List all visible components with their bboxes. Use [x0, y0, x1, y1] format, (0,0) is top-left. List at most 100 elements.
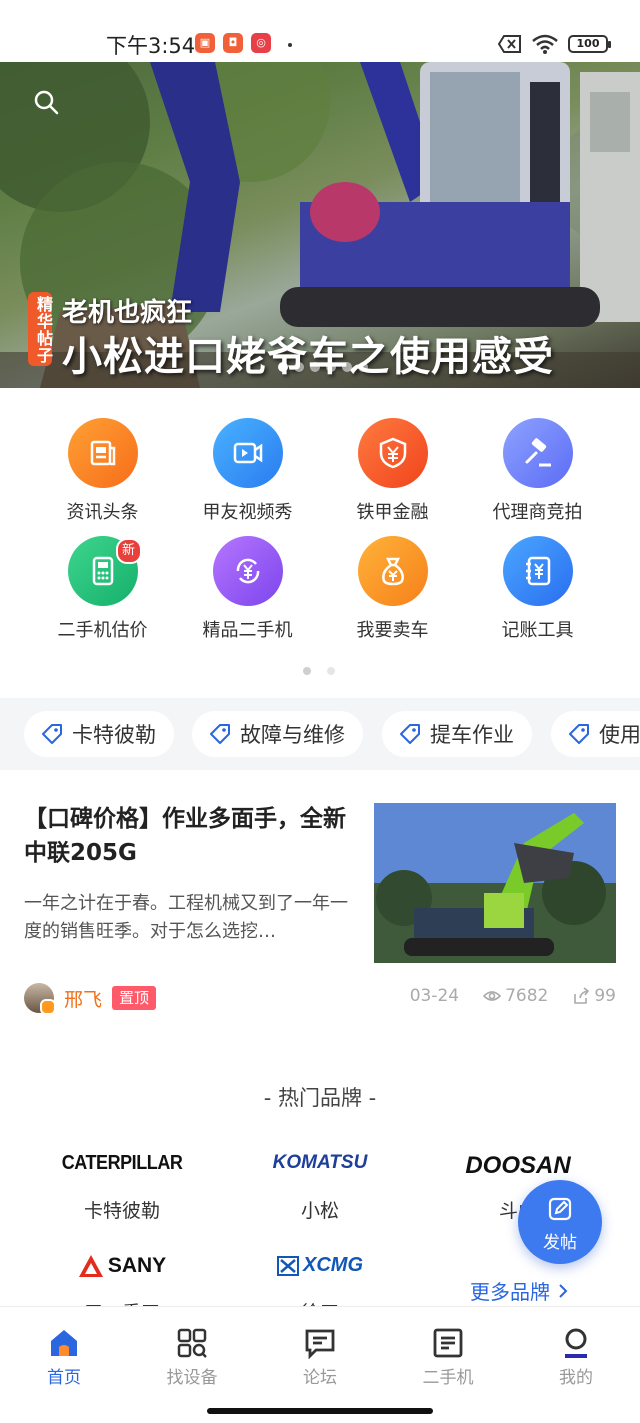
article-card[interactable]: 【口碑价格】作业多面手，全新中联205G 一年之计在于春。工程机械又到了一年一度…: [0, 770, 640, 1040]
share-icon: [574, 987, 590, 1004]
nav-used-machines[interactable]: 二手机: [384, 1327, 512, 1388]
nav-forum[interactable]: 论坛: [256, 1327, 384, 1388]
xcmg-logo: XCMG: [303, 1254, 363, 1276]
nav-home[interactable]: 首页: [0, 1327, 128, 1388]
banner-dot[interactable]: [358, 362, 368, 372]
banner-dot[interactable]: [310, 362, 320, 372]
article-title: 【口碑价格】作业多面手，全新中联205G: [24, 806, 346, 866]
brands-section-title: - 热门品牌 -: [263, 1086, 377, 1110]
more-brands-label: 更多品牌: [470, 1280, 550, 1304]
grid-label: 记账工具: [501, 620, 574, 641]
home-icon: [51, 1330, 77, 1356]
wifi-icon: [532, 34, 558, 54]
nav-label: 论坛: [303, 1368, 337, 1388]
doosan-logo: DOOSAN: [465, 1152, 571, 1179]
grid-item-premium-used[interactable]: 精品二手机: [175, 536, 320, 642]
post-fab-button[interactable]: 发帖: [518, 1180, 602, 1264]
grid-pagination: [303, 667, 335, 675]
banner-title: 小松进口姥爷车之使用感受: [62, 334, 554, 380]
article-author[interactable]: 邢飞 置顶: [24, 982, 157, 1015]
home-indicator[interactable]: [207, 1408, 433, 1414]
fab-label: 发帖: [543, 1233, 577, 1253]
app-notification-icon: ▣: [195, 33, 215, 53]
grid-item-news[interactable]: 资讯头条: [30, 418, 175, 524]
komatsu-logo: KOMATSU: [272, 1152, 368, 1173]
tag-chip[interactable]: 提车作业: [382, 711, 532, 757]
banner-pagination: [278, 362, 368, 372]
grid-label: 资讯头条: [66, 502, 139, 523]
banner-dot[interactable]: [326, 362, 336, 372]
view-count: 7682: [505, 986, 549, 1006]
nav-label: 首页: [47, 1368, 81, 1388]
no-sim-icon: [498, 35, 521, 53]
more-notifications-dot-icon: [288, 43, 292, 47]
edit-icon: [548, 1197, 572, 1221]
new-badge: 新: [115, 538, 142, 564]
yuan-cycle-icon: [212, 536, 283, 606]
tag-chip[interactable]: 故障与维修: [192, 711, 363, 757]
ledger-book-icon: [502, 536, 573, 606]
sany-emblem-icon: [78, 1255, 103, 1277]
grid-label: 甲友视频秀: [202, 502, 293, 523]
nav-find-equipment[interactable]: 找设备: [128, 1327, 256, 1388]
featured-banner[interactable]: 精华帖子 老机也疯狂 小松进口姥爷车之使用感受: [0, 62, 640, 388]
tag-label: 提车作业: [430, 723, 514, 747]
brand-label: 小松: [300, 1200, 339, 1222]
valuation-calculator-icon: 新: [67, 536, 142, 606]
avatar[interactable]: [24, 983, 56, 1015]
grid-item-sell-car[interactable]: 我要卖车: [320, 536, 465, 642]
bottom-nav: 首页 找设备 论坛 二手机 我的: [0, 1306, 640, 1423]
chevron-right-icon: [559, 1284, 568, 1298]
pinned-badge: 置顶: [112, 986, 157, 1010]
status-bar: 下午3:54 ▣ ◘ ◎ 100: [0, 0, 640, 62]
grid-label: 代理商竞拍: [492, 502, 583, 523]
grid-label: 铁甲金融: [356, 502, 429, 523]
mall-notification-icon: ◎: [251, 33, 271, 53]
tag-label: 卡特彼勒: [72, 723, 156, 747]
nav-profile[interactable]: 我的: [512, 1327, 640, 1388]
nav-label: 二手机: [422, 1368, 474, 1388]
article-thumbnail: [374, 803, 616, 963]
brand-caterpillar[interactable]: CATERPILLAR 卡特彼勒: [22, 1152, 222, 1223]
article-meta: 03-24 7682 99: [410, 986, 616, 1006]
grid-label: 我要卖车: [356, 620, 429, 641]
more-brands-link[interactable]: 更多品牌: [470, 1276, 570, 1305]
topic-tag-strip[interactable]: 卡特彼勒 故障与维修 提车作业 使用: [0, 698, 640, 770]
nav-label: 找设备: [166, 1368, 218, 1388]
search-icon[interactable]: [32, 88, 60, 116]
video-icon: [212, 418, 283, 488]
sany-logo: SANY: [107, 1254, 167, 1277]
auction-gavel-icon: [502, 418, 573, 488]
grid-page-dot[interactable]: [303, 667, 311, 675]
share-count: 99: [594, 986, 616, 1006]
grid-item-finance[interactable]: 铁甲金融: [320, 418, 465, 524]
tag-chip[interactable]: 使用: [551, 711, 640, 757]
grid-item-video[interactable]: 甲友视频秀: [175, 418, 320, 524]
tag-label: 故障与维修: [240, 723, 345, 747]
author-name[interactable]: 邢飞: [64, 985, 102, 1012]
banner-dot[interactable]: [278, 362, 288, 372]
grid-item-valuation[interactable]: 新 二手机估价: [30, 536, 175, 642]
article-date: 03-24: [409, 986, 460, 1006]
tag-label: 使用: [599, 723, 640, 747]
eye-icon: [483, 991, 502, 1001]
shop-notification-icon: ◘: [223, 33, 243, 53]
brand-komatsu[interactable]: KOMATSU 小松: [220, 1152, 420, 1223]
grid-label: 二手机估价: [57, 620, 148, 641]
tag-icon: [400, 724, 420, 744]
tag-chip[interactable]: 卡特彼勒: [24, 711, 174, 757]
banner-tag: 精华帖子: [28, 292, 53, 366]
nav-label: 我的: [559, 1368, 593, 1388]
profile-icon: [565, 1328, 587, 1358]
article-description: 一年之计在于春。工程机械又到了一年一度的销售旺季。对于怎么选挖…: [24, 893, 348, 942]
money-bag-icon: [357, 536, 428, 606]
caterpillar-logo: CATERPILLAR: [61, 1152, 183, 1174]
grid-item-auction[interactable]: 代理商竞拍: [465, 418, 610, 524]
grid-item-ledger[interactable]: 记账工具: [465, 536, 610, 642]
banner-dot[interactable]: [294, 362, 304, 372]
tag-icon: [42, 724, 62, 744]
banner-dot[interactable]: [342, 362, 352, 372]
finance-shield-icon: [357, 418, 428, 488]
battery-icon: 100: [568, 35, 611, 53]
grid-page-dot[interactable]: [327, 667, 335, 675]
